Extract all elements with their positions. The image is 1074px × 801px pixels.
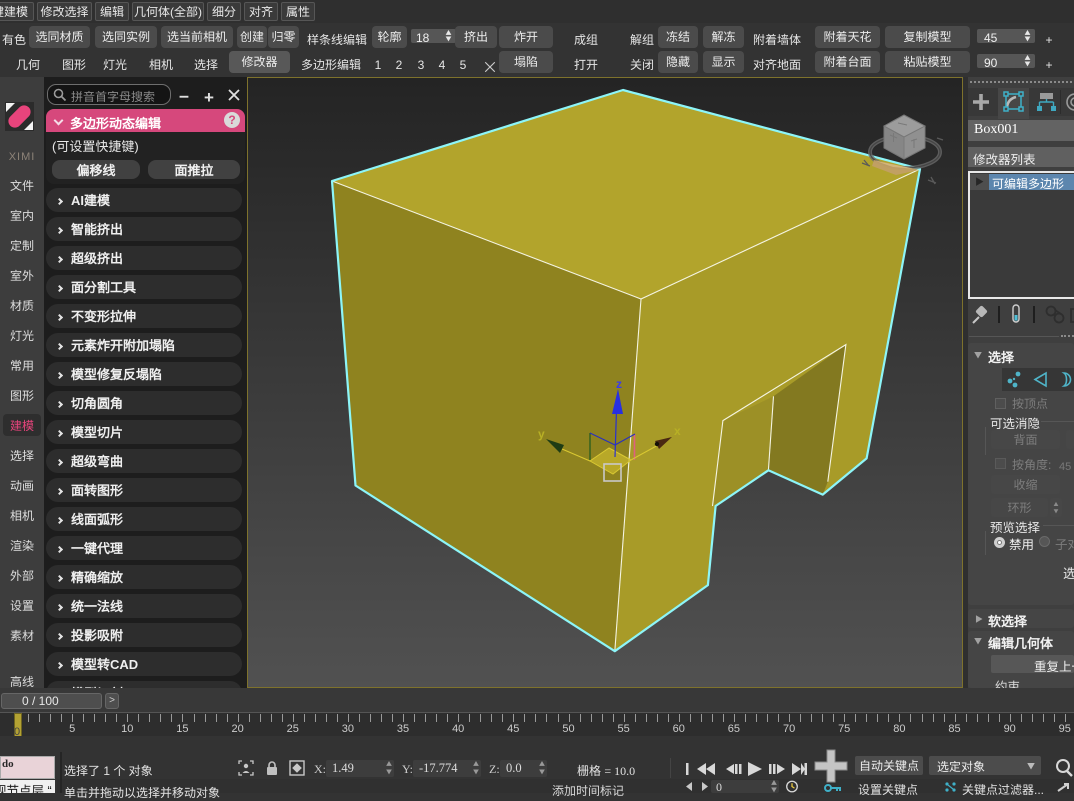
svg-text:y: y (538, 427, 545, 441)
svg-text:x: x (674, 424, 681, 438)
svg-text:z: z (616, 377, 622, 391)
